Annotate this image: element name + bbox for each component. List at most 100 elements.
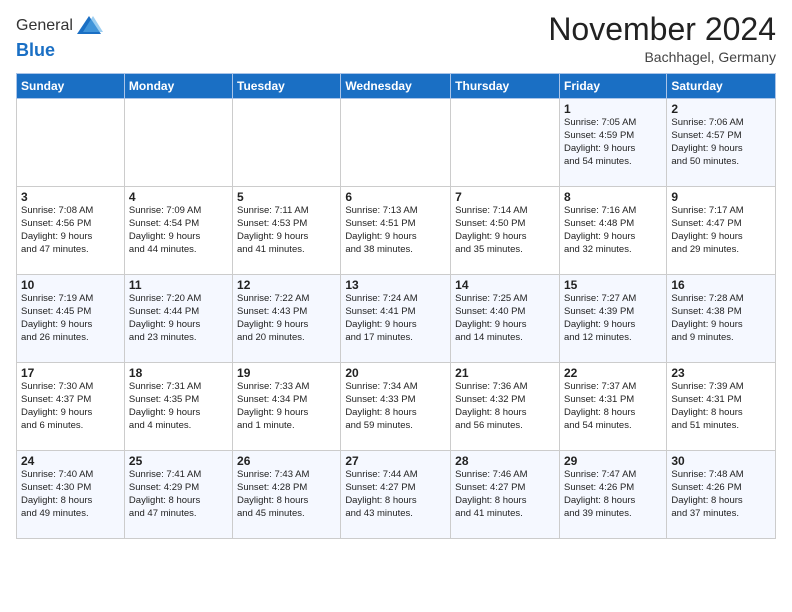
table-cell — [124, 99, 232, 187]
table-cell: 3Sunrise: 7:08 AM Sunset: 4:56 PM Daylig… — [17, 187, 125, 275]
table-cell: 25Sunrise: 7:41 AM Sunset: 4:29 PM Dayli… — [124, 451, 232, 539]
title-block: November 2024 Bachhagel, Germany — [548, 12, 776, 65]
table-cell — [451, 99, 560, 187]
day-number: 11 — [129, 278, 228, 292]
table-cell: 12Sunrise: 7:22 AM Sunset: 4:43 PM Dayli… — [233, 275, 341, 363]
day-info: Sunrise: 7:20 AM Sunset: 4:44 PM Dayligh… — [129, 293, 228, 344]
day-number: 12 — [237, 278, 336, 292]
day-number: 14 — [455, 278, 555, 292]
day-number: 9 — [671, 190, 771, 204]
location: Bachhagel, Germany — [548, 49, 776, 65]
day-number: 8 — [564, 190, 662, 204]
table-cell: 10Sunrise: 7:19 AM Sunset: 4:45 PM Dayli… — [17, 275, 125, 363]
calendar-week-1: 1Sunrise: 7:05 AM Sunset: 4:59 PM Daylig… — [17, 99, 776, 187]
col-friday: Friday — [559, 74, 666, 99]
table-cell: 28Sunrise: 7:46 AM Sunset: 4:27 PM Dayli… — [451, 451, 560, 539]
header: General Blue November 2024 Bachhagel, Ge… — [16, 12, 776, 65]
day-number: 18 — [129, 366, 228, 380]
table-cell: 15Sunrise: 7:27 AM Sunset: 4:39 PM Dayli… — [559, 275, 666, 363]
day-number: 25 — [129, 454, 228, 468]
table-cell — [233, 99, 341, 187]
logo-blue: Blue — [16, 40, 55, 60]
table-cell: 14Sunrise: 7:25 AM Sunset: 4:40 PM Dayli… — [451, 275, 560, 363]
calendar-header-row: Sunday Monday Tuesday Wednesday Thursday… — [17, 74, 776, 99]
day-info: Sunrise: 7:28 AM Sunset: 4:38 PM Dayligh… — [671, 293, 771, 344]
table-cell: 19Sunrise: 7:33 AM Sunset: 4:34 PM Dayli… — [233, 363, 341, 451]
day-number: 1 — [564, 102, 662, 116]
day-number: 10 — [21, 278, 120, 292]
day-number: 6 — [345, 190, 446, 204]
page-container: General Blue November 2024 Bachhagel, Ge… — [0, 0, 792, 547]
month-title: November 2024 — [548, 12, 776, 47]
day-info: Sunrise: 7:33 AM Sunset: 4:34 PM Dayligh… — [237, 381, 336, 432]
day-number: 30 — [671, 454, 771, 468]
table-cell — [341, 99, 451, 187]
logo-icon — [75, 12, 103, 40]
day-info: Sunrise: 7:17 AM Sunset: 4:47 PM Dayligh… — [671, 205, 771, 256]
day-number: 13 — [345, 278, 446, 292]
day-info: Sunrise: 7:30 AM Sunset: 4:37 PM Dayligh… — [21, 381, 120, 432]
col-tuesday: Tuesday — [233, 74, 341, 99]
col-thursday: Thursday — [451, 74, 560, 99]
calendar-week-4: 17Sunrise: 7:30 AM Sunset: 4:37 PM Dayli… — [17, 363, 776, 451]
day-number: 2 — [671, 102, 771, 116]
day-number: 3 — [21, 190, 120, 204]
col-sunday: Sunday — [17, 74, 125, 99]
day-info: Sunrise: 7:40 AM Sunset: 4:30 PM Dayligh… — [21, 469, 120, 520]
day-info: Sunrise: 7:44 AM Sunset: 4:27 PM Dayligh… — [345, 469, 446, 520]
day-info: Sunrise: 7:06 AM Sunset: 4:57 PM Dayligh… — [671, 117, 771, 168]
day-number: 23 — [671, 366, 771, 380]
table-cell: 26Sunrise: 7:43 AM Sunset: 4:28 PM Dayli… — [233, 451, 341, 539]
table-cell: 24Sunrise: 7:40 AM Sunset: 4:30 PM Dayli… — [17, 451, 125, 539]
day-number: 16 — [671, 278, 771, 292]
day-info: Sunrise: 7:41 AM Sunset: 4:29 PM Dayligh… — [129, 469, 228, 520]
table-cell: 1Sunrise: 7:05 AM Sunset: 4:59 PM Daylig… — [559, 99, 666, 187]
table-cell: 5Sunrise: 7:11 AM Sunset: 4:53 PM Daylig… — [233, 187, 341, 275]
table-cell: 16Sunrise: 7:28 AM Sunset: 4:38 PM Dayli… — [667, 275, 776, 363]
day-info: Sunrise: 7:37 AM Sunset: 4:31 PM Dayligh… — [564, 381, 662, 432]
day-number: 4 — [129, 190, 228, 204]
day-number: 21 — [455, 366, 555, 380]
table-cell: 13Sunrise: 7:24 AM Sunset: 4:41 PM Dayli… — [341, 275, 451, 363]
day-info: Sunrise: 7:05 AM Sunset: 4:59 PM Dayligh… — [564, 117, 662, 168]
day-number: 7 — [455, 190, 555, 204]
table-cell: 4Sunrise: 7:09 AM Sunset: 4:54 PM Daylig… — [124, 187, 232, 275]
table-cell: 23Sunrise: 7:39 AM Sunset: 4:31 PM Dayli… — [667, 363, 776, 451]
logo: General Blue — [16, 12, 103, 61]
day-number: 20 — [345, 366, 446, 380]
table-cell: 22Sunrise: 7:37 AM Sunset: 4:31 PM Dayli… — [559, 363, 666, 451]
table-cell — [17, 99, 125, 187]
col-wednesday: Wednesday — [341, 74, 451, 99]
day-info: Sunrise: 7:46 AM Sunset: 4:27 PM Dayligh… — [455, 469, 555, 520]
day-number: 17 — [21, 366, 120, 380]
table-cell: 21Sunrise: 7:36 AM Sunset: 4:32 PM Dayli… — [451, 363, 560, 451]
col-monday: Monday — [124, 74, 232, 99]
day-number: 22 — [564, 366, 662, 380]
day-info: Sunrise: 7:27 AM Sunset: 4:39 PM Dayligh… — [564, 293, 662, 344]
day-info: Sunrise: 7:34 AM Sunset: 4:33 PM Dayligh… — [345, 381, 446, 432]
calendar-week-2: 3Sunrise: 7:08 AM Sunset: 4:56 PM Daylig… — [17, 187, 776, 275]
day-number: 27 — [345, 454, 446, 468]
logo-general: General — [16, 17, 73, 35]
day-info: Sunrise: 7:25 AM Sunset: 4:40 PM Dayligh… — [455, 293, 555, 344]
table-cell: 2Sunrise: 7:06 AM Sunset: 4:57 PM Daylig… — [667, 99, 776, 187]
day-info: Sunrise: 7:08 AM Sunset: 4:56 PM Dayligh… — [21, 205, 120, 256]
day-info: Sunrise: 7:43 AM Sunset: 4:28 PM Dayligh… — [237, 469, 336, 520]
day-info: Sunrise: 7:48 AM Sunset: 4:26 PM Dayligh… — [671, 469, 771, 520]
table-cell: 9Sunrise: 7:17 AM Sunset: 4:47 PM Daylig… — [667, 187, 776, 275]
table-cell: 6Sunrise: 7:13 AM Sunset: 4:51 PM Daylig… — [341, 187, 451, 275]
day-info: Sunrise: 7:31 AM Sunset: 4:35 PM Dayligh… — [129, 381, 228, 432]
table-cell: 30Sunrise: 7:48 AM Sunset: 4:26 PM Dayli… — [667, 451, 776, 539]
day-info: Sunrise: 7:11 AM Sunset: 4:53 PM Dayligh… — [237, 205, 336, 256]
table-cell: 11Sunrise: 7:20 AM Sunset: 4:44 PM Dayli… — [124, 275, 232, 363]
day-number: 29 — [564, 454, 662, 468]
table-cell: 29Sunrise: 7:47 AM Sunset: 4:26 PM Dayli… — [559, 451, 666, 539]
day-number: 15 — [564, 278, 662, 292]
day-info: Sunrise: 7:36 AM Sunset: 4:32 PM Dayligh… — [455, 381, 555, 432]
calendar-week-3: 10Sunrise: 7:19 AM Sunset: 4:45 PM Dayli… — [17, 275, 776, 363]
calendar-table: Sunday Monday Tuesday Wednesday Thursday… — [16, 73, 776, 539]
logo-text-block: General Blue — [16, 12, 103, 61]
day-info: Sunrise: 7:14 AM Sunset: 4:50 PM Dayligh… — [455, 205, 555, 256]
day-number: 26 — [237, 454, 336, 468]
day-number: 28 — [455, 454, 555, 468]
